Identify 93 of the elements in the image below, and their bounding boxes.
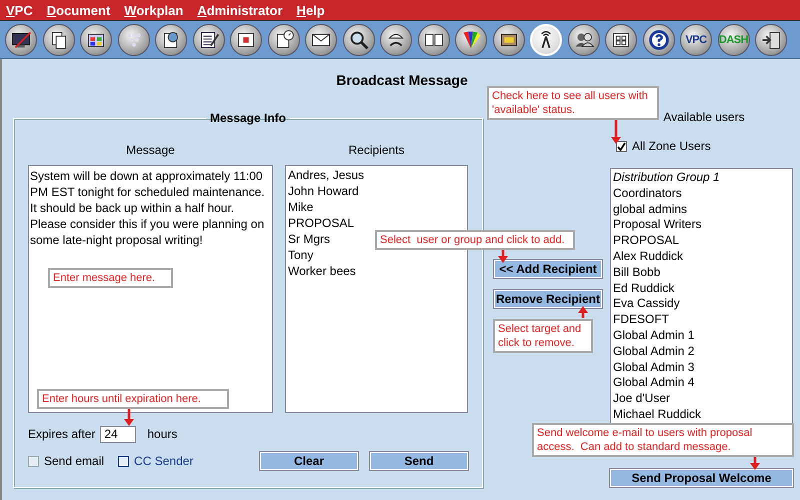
toolbar-button[interactable] <box>642 24 674 56</box>
pointer-arrow <box>750 455 760 470</box>
checkbox-label: Send email <box>44 454 104 468</box>
field-label: Expires after <box>28 427 96 441</box>
list-item[interactable]: Global Admin 4 <box>613 375 694 392</box>
help-icon <box>648 30 668 50</box>
list-item[interactable]: Proposal Writers <box>613 217 702 234</box>
toolbar-button[interactable] <box>155 24 187 56</box>
clock-page-icon <box>276 30 294 48</box>
toolbar-button[interactable] <box>492 24 524 56</box>
menu-item[interactable]: Administrator <box>197 2 283 18</box>
list-label: Available users <box>662 110 746 124</box>
list-item[interactable]: Distribution Group 1 <box>613 170 720 186</box>
dialog-title: Broadcast Message <box>336 72 468 88</box>
recipient-button[interactable]: << Add Recipient <box>494 260 602 278</box>
send-welcome-button[interactable]: Send Proposal Welcome <box>610 469 793 487</box>
list-item[interactable]: Ed Ruddick <box>613 280 674 296</box>
calendar-icon <box>238 32 254 47</box>
callout-tooltip: Enter message here. <box>48 268 173 288</box>
pointer-arrow <box>611 118 621 144</box>
documents-icon <box>424 33 442 46</box>
column-label: Recipients <box>347 143 406 157</box>
toolbar-button[interactable] <box>230 24 262 56</box>
folder-icon <box>88 33 104 47</box>
toolbar-button[interactable] <box>342 24 374 56</box>
toolbar-button[interactable] <box>568 24 600 56</box>
menu-item[interactable]: Help <box>296 2 325 18</box>
panel-legend: Message Info <box>206 111 290 125</box>
checkbox[interactable] <box>616 140 627 152</box>
menu-item[interactable]: VPC <box>6 2 33 18</box>
callout-tooltip: Enter hours until expiration here. <box>37 389 229 409</box>
pointer-arrow <box>578 306 588 318</box>
list-item[interactable]: Tony <box>288 247 314 263</box>
list-item[interactable]: Coordinators <box>613 186 682 202</box>
color-fan-icon <box>464 31 480 48</box>
monitor-icon <box>12 31 32 48</box>
hours-field[interactable]: 24 <box>100 426 136 442</box>
list-item[interactable]: FDESOFT <box>613 312 669 328</box>
callout-tooltip: Send welcome e-mail to users with proposal access. Can add to standard message. <box>532 423 794 457</box>
list-item[interactable]: PROPOSAL <box>613 233 680 249</box>
checkbox[interactable] <box>118 456 130 466</box>
list-item[interactable]: Bill Bobb <box>613 264 660 281</box>
checkbox-label: CC Sender <box>134 454 194 468</box>
list-item[interactable]: Joe d'User <box>613 391 670 407</box>
list-item[interactable]: global admins <box>613 202 688 218</box>
list-item[interactable]: PROPOSAL <box>288 215 354 231</box>
list-item[interactable]: John Howard <box>288 183 359 199</box>
list-item[interactable]: Global Admin 3 <box>613 360 694 376</box>
pointer-arrow <box>124 407 134 426</box>
notepad-icon <box>200 32 219 48</box>
callout-tooltip: Select target and click to remove. <box>493 319 593 353</box>
list-item[interactable]: Michael Ruddick <box>613 406 702 423</box>
column-label: Message <box>125 143 176 157</box>
exit-door-icon <box>762 32 780 48</box>
toolbar-button[interactable] <box>268 24 300 56</box>
grid-folder-icon <box>613 32 629 47</box>
toolbar-button[interactable] <box>42 24 74 56</box>
callout-tooltip: Check here to see all users with 'available' status. <box>487 86 659 120</box>
list-item[interactable]: Mike <box>288 199 314 215</box>
list-item[interactable]: Alex Ruddick <box>613 248 684 265</box>
toolbar-button[interactable] <box>755 24 787 56</box>
menu-item[interactable]: Workplan <box>124 2 184 18</box>
toolbar-button[interactable] <box>455 24 487 56</box>
action-button[interactable]: Send <box>370 452 468 470</box>
clock-page-icon <box>164 32 178 48</box>
list-item[interactable]: Andres, Jesus <box>288 167 364 183</box>
people-icon <box>575 32 594 47</box>
toolbar-button[interactable] <box>80 24 112 56</box>
list-item[interactable]: Global Admin 1 <box>613 328 694 344</box>
pointer-arrow <box>498 247 508 263</box>
frame-icon <box>500 33 516 46</box>
search-icon <box>350 31 368 49</box>
toolbar-button[interactable] <box>605 24 637 56</box>
toolbar-button[interactable] <box>380 24 412 56</box>
menu-item[interactable]: Document <box>46 2 110 18</box>
pages-icon <box>51 32 66 48</box>
envelope-icon <box>312 33 330 46</box>
list-item[interactable]: Eva Cassidy <box>613 296 680 312</box>
action-button[interactable]: Clear <box>260 452 358 470</box>
recipient-button[interactable]: Remove Recipient <box>494 290 602 308</box>
list-item[interactable]: Sr Mgrs <box>288 231 330 247</box>
toolbar-button[interactable]: VPC <box>680 24 712 56</box>
checkbox-label: All Zone Users <box>632 139 711 153</box>
antenna-icon <box>540 30 552 48</box>
list-item[interactable]: Global Admin 2 <box>613 344 694 360</box>
dots-icon <box>126 32 140 46</box>
toolbar-button[interactable] <box>192 24 224 56</box>
list-item[interactable]: Worker bees <box>288 263 356 279</box>
toolbar-button[interactable] <box>5 24 37 56</box>
callout-tooltip: Select user or group and click to add. <box>375 230 575 250</box>
unit-label: hours <box>147 427 178 441</box>
toolbar-button[interactable] <box>418 24 450 56</box>
toolbar-button[interactable] <box>305 24 337 56</box>
